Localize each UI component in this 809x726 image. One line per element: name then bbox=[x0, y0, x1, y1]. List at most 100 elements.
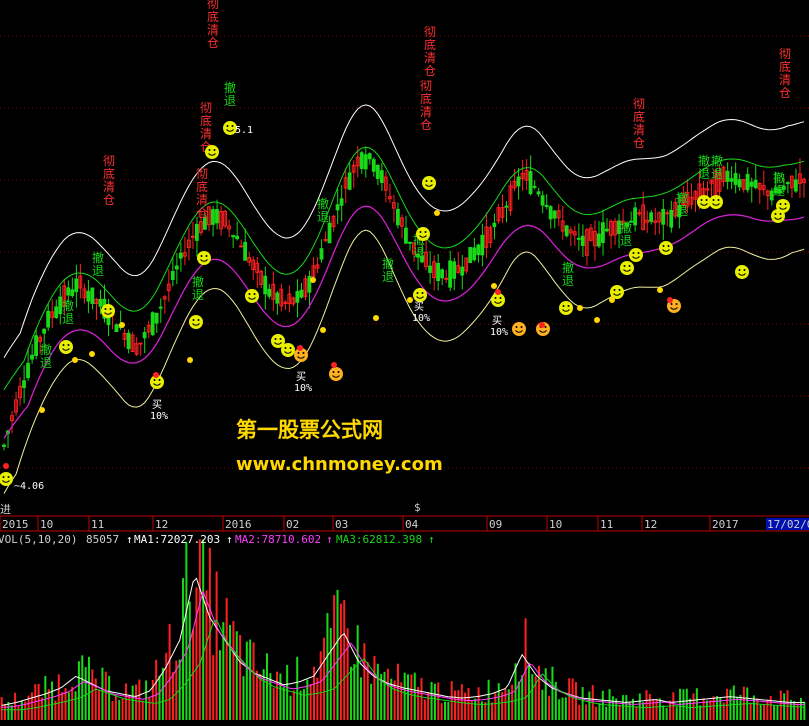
candle-body bbox=[472, 247, 477, 261]
smiley-eye bbox=[226, 125, 229, 127]
candle-body bbox=[540, 195, 545, 206]
ma1-arrow: ↑ bbox=[226, 533, 233, 546]
candle-body bbox=[335, 204, 340, 211]
smiley-eye bbox=[670, 303, 673, 305]
smiley-eye bbox=[494, 297, 497, 299]
smiley-eye bbox=[416, 292, 419, 294]
retreat-signal: 撤 bbox=[698, 153, 710, 168]
candle-body bbox=[379, 170, 384, 183]
candle-body bbox=[749, 181, 754, 187]
retreat-signal: 撤 bbox=[317, 196, 329, 211]
signal-dot bbox=[3, 463, 9, 469]
candle-body bbox=[74, 278, 79, 293]
clear-position-signal: 彻 bbox=[779, 47, 791, 61]
smiley-eye bbox=[618, 289, 621, 291]
candle-body bbox=[371, 159, 376, 172]
candle-body bbox=[444, 277, 449, 280]
candle-body bbox=[596, 233, 601, 247]
smiley-icon bbox=[329, 367, 343, 381]
smiley-face bbox=[59, 340, 73, 354]
smiley-eye bbox=[289, 347, 292, 349]
smiley-eye bbox=[213, 149, 216, 151]
smiley-eye bbox=[515, 326, 518, 328]
smiley-icon bbox=[281, 343, 295, 357]
candle-body bbox=[339, 198, 344, 206]
candle-body bbox=[263, 275, 268, 295]
retreat-signal: 退 bbox=[562, 274, 574, 288]
smiley-eye bbox=[779, 213, 782, 215]
candle-body bbox=[436, 262, 440, 282]
retreat-signal: 撤 bbox=[40, 342, 52, 357]
smiley-eye bbox=[425, 180, 428, 182]
smiley-icon bbox=[512, 322, 526, 336]
clear-position-signal: 彻 bbox=[103, 154, 115, 168]
smiley-icon bbox=[735, 265, 749, 279]
candle-body bbox=[275, 292, 280, 304]
smiley-eye bbox=[253, 293, 256, 295]
smiley-face bbox=[610, 285, 624, 299]
ma2-label: MA2:78710.602 bbox=[235, 533, 321, 546]
signal-dot bbox=[495, 289, 501, 295]
signal-dot bbox=[594, 317, 600, 323]
smiley-eye bbox=[544, 326, 547, 328]
buy-signal-pct: 10% bbox=[412, 313, 430, 324]
smiley-eye bbox=[567, 305, 570, 307]
date-axis-label: 02 bbox=[286, 518, 299, 531]
retreat-signal: 退 bbox=[224, 94, 236, 108]
price-low-label: ~4.06 bbox=[14, 481, 44, 492]
date-axis-label: 11 bbox=[600, 518, 613, 531]
candle-body bbox=[793, 179, 798, 192]
candle-body bbox=[729, 178, 734, 182]
clear-position-signal: 清 bbox=[779, 73, 791, 87]
buy-signal-label: 买 bbox=[152, 399, 162, 411]
smiley-icon bbox=[491, 293, 505, 307]
smiley-eye bbox=[424, 231, 427, 233]
candle-body bbox=[532, 185, 537, 188]
clear-position-signal: 底 bbox=[196, 179, 208, 194]
smiley-icon bbox=[620, 261, 634, 275]
smiley-face bbox=[735, 265, 749, 279]
smiley-icon bbox=[697, 195, 711, 209]
clear-position-signal: 清 bbox=[200, 127, 212, 141]
candle-body bbox=[231, 235, 235, 238]
retreat-signal: 退 bbox=[773, 184, 785, 198]
clear-position-signal: 底 bbox=[200, 113, 212, 128]
signal-dot bbox=[72, 357, 78, 363]
smiley-icon bbox=[197, 251, 211, 265]
candle-body bbox=[705, 188, 710, 191]
smiley-eye bbox=[743, 269, 746, 271]
clear-position-signal: 底 bbox=[424, 37, 436, 52]
smiley-eye bbox=[430, 180, 433, 182]
date-axis-label: 2016 bbox=[225, 518, 252, 531]
candle-body bbox=[576, 237, 581, 240]
candle-body bbox=[725, 170, 730, 182]
smiley-icon bbox=[205, 145, 219, 159]
candle-body bbox=[126, 332, 131, 350]
smiley-eye bbox=[520, 326, 523, 328]
candle-body bbox=[22, 380, 26, 388]
candle-body bbox=[190, 235, 195, 238]
date-axis-label: 09 bbox=[489, 518, 502, 531]
candle-body bbox=[86, 290, 91, 302]
current-date-label: 17/02/0 bbox=[767, 518, 809, 531]
smiley-face bbox=[189, 315, 203, 329]
candle-body bbox=[299, 289, 304, 298]
signal-dot bbox=[491, 283, 497, 289]
smiley-eye bbox=[421, 292, 424, 294]
candle-body bbox=[98, 298, 103, 307]
clear-position-signal: 仓 bbox=[207, 36, 219, 50]
date-axis-label: 2017 bbox=[712, 518, 739, 531]
smiley-eye bbox=[332, 371, 335, 373]
candle-body bbox=[605, 228, 609, 232]
smiley-eye bbox=[158, 379, 161, 381]
smiley-eye bbox=[774, 213, 777, 215]
price-high-label: 5.1 bbox=[235, 125, 253, 136]
retreat-signal: 撤 bbox=[382, 256, 394, 271]
smiley-eye bbox=[632, 252, 635, 254]
candle-body bbox=[138, 342, 143, 345]
candle-body bbox=[319, 248, 324, 260]
candle-body bbox=[669, 209, 674, 228]
candle-body bbox=[211, 209, 215, 225]
candle-body bbox=[408, 241, 412, 244]
retreat-signal: 撤 bbox=[773, 170, 785, 185]
